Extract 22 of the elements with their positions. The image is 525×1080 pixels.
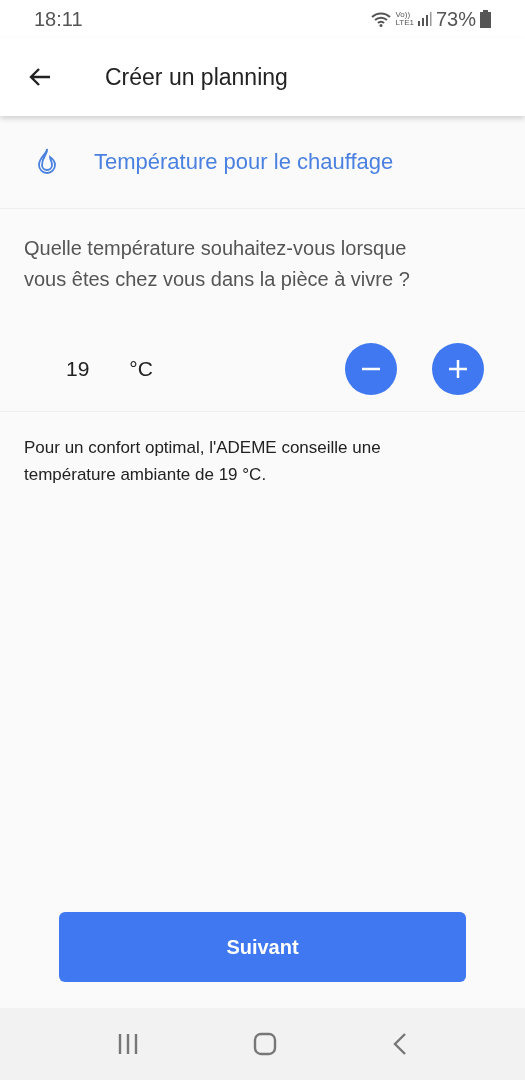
minus-icon: [361, 367, 381, 371]
back-icon[interactable]: [391, 1032, 408, 1056]
network-label: LTE1: [395, 19, 414, 27]
volte-label: Vo)): [395, 11, 411, 19]
plus-icon: [447, 358, 469, 380]
home-icon[interactable]: [253, 1032, 278, 1056]
battery-icon: [480, 10, 491, 28]
advice-text: Pour un confort optimal, l'ADEME conseille une température ambiante de 19 °C.: [23, 437, 382, 486]
next-button[interactable]: Suivant: [59, 912, 466, 982]
status-time: 18:11: [34, 7, 83, 31]
question-text: Quelle température souhaitez-vous lorsque vous êtes chez vous dans la pièce à vivre ?: [24, 236, 411, 292]
battery-percent: 73%: [435, 7, 476, 31]
increase-button[interactable]: [432, 343, 484, 395]
screen-title: Créer un planning: [105, 63, 288, 91]
decrease-button[interactable]: [345, 343, 397, 395]
temperature-value: 19: [66, 357, 90, 381]
flame-icon: [36, 147, 58, 177]
section-title: Température pour le chauffage: [94, 149, 394, 175]
recent-apps-icon[interactable]: [117, 1033, 140, 1055]
temperature-unit: °C: [129, 357, 153, 381]
signal-icon: [417, 12, 432, 26]
wifi-icon: [371, 11, 392, 27]
